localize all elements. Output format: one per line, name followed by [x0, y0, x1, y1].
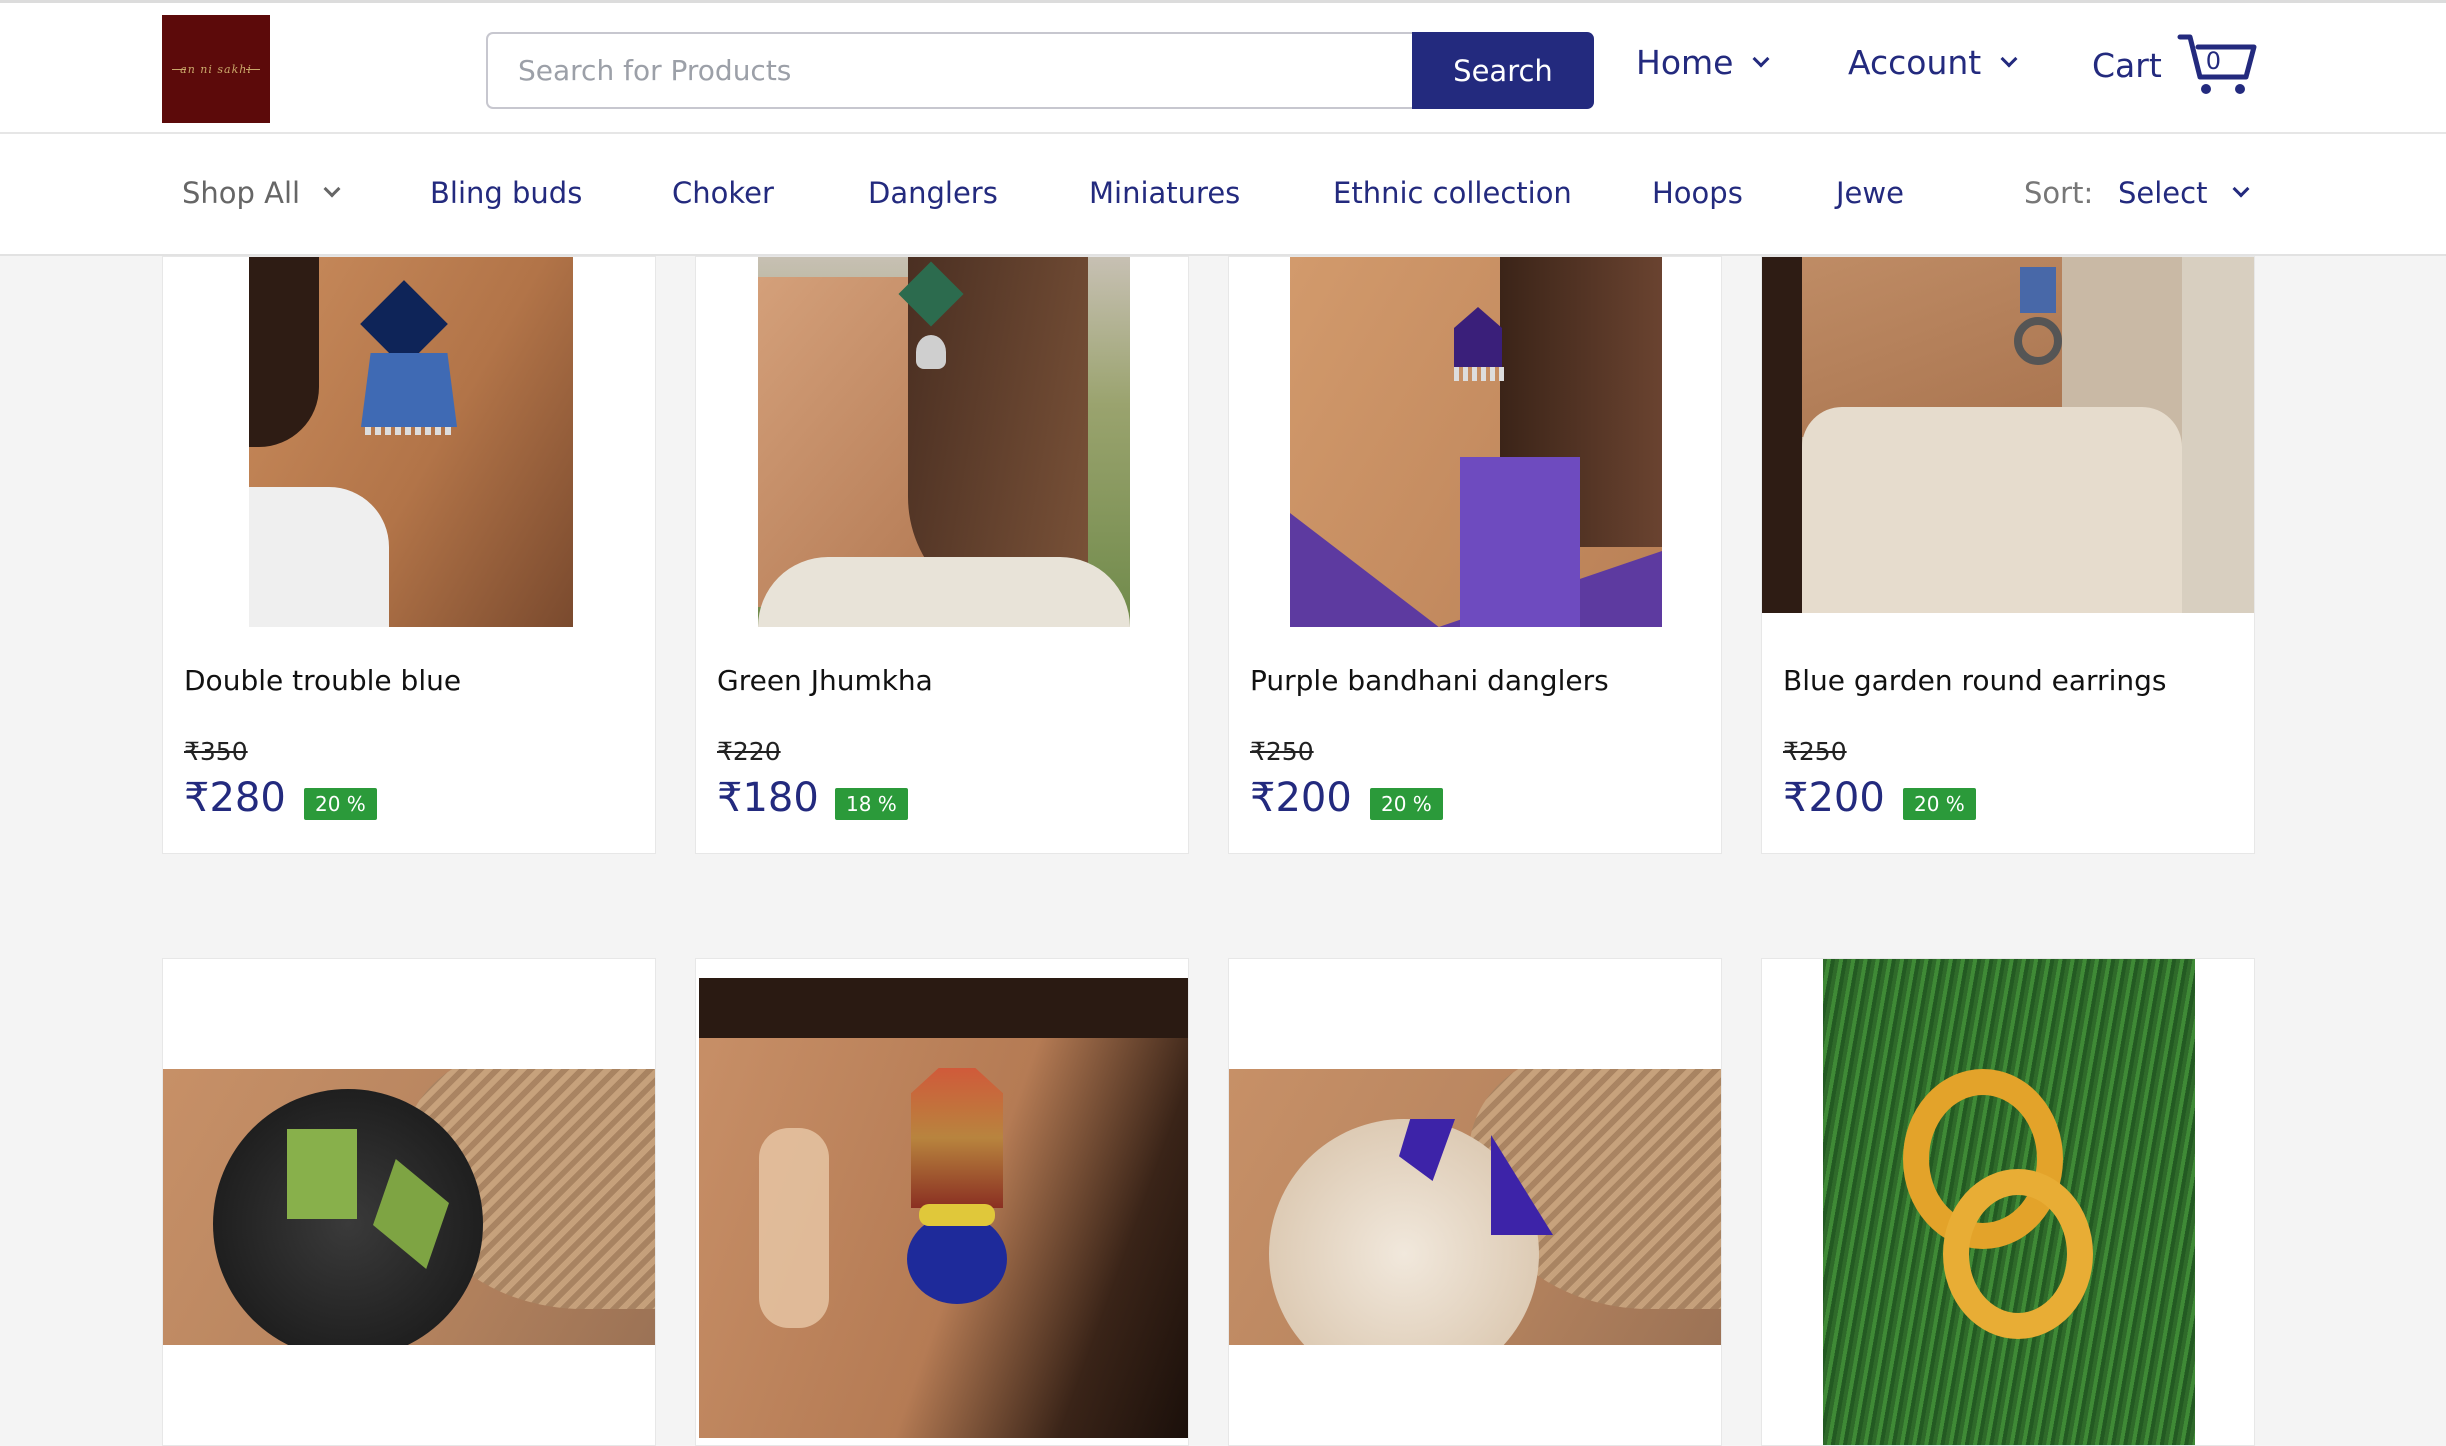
- product-card[interactable]: Purple bandhani danglers ₹250 ₹200 20 %: [1228, 256, 1722, 854]
- product-image[interactable]: [699, 978, 1188, 1438]
- product-card[interactable]: [162, 958, 656, 1446]
- sale-price: ₹200: [1783, 775, 1885, 821]
- product-image[interactable]: [758, 257, 1130, 627]
- sort-label: Sort:: [2024, 176, 2094, 210]
- category-jewellery[interactable]: Jewe: [1836, 176, 1904, 210]
- search-input[interactable]: [486, 32, 1412, 109]
- site-header: an ni sakhi Search Home Account Cart 0: [0, 0, 2446, 134]
- category-miniatures[interactable]: Miniatures: [1089, 176, 1240, 210]
- original-price: ₹350: [184, 737, 248, 766]
- discount-badge: 20 %: [1903, 788, 1976, 820]
- sale-price: ₹180: [717, 775, 819, 821]
- chevron-down-icon: [1752, 50, 1770, 67]
- cart-button[interactable]: Cart 0: [2092, 33, 2260, 97]
- brand-logo[interactable]: an ni sakhi: [162, 15, 270, 123]
- product-card[interactable]: [1761, 958, 2255, 1446]
- category-ethnic-collection[interactable]: Ethnic collection: [1333, 176, 1572, 210]
- sort-value: Select: [2118, 176, 2208, 210]
- logo-flourish-right: [246, 69, 260, 70]
- product-card[interactable]: Green Jhumkha ₹220 ₹180 18 %: [695, 256, 1189, 854]
- category-choker[interactable]: Choker: [672, 176, 774, 210]
- logo-text: an ni sakhi: [180, 62, 252, 76]
- product-image[interactable]: [1290, 257, 1662, 627]
- product-image[interactable]: [1823, 959, 2195, 1445]
- product-image[interactable]: [1762, 257, 2254, 613]
- chevron-down-icon: [323, 180, 341, 198]
- discount-badge: 20 %: [1370, 788, 1443, 820]
- account-label: Account: [1848, 43, 1982, 82]
- category-bar: Shop All Bling buds Choker Danglers Mini…: [0, 134, 2446, 256]
- product-image[interactable]: [163, 1069, 655, 1345]
- sale-price: ₹200: [1250, 775, 1352, 821]
- search-bar: Search: [486, 32, 1594, 109]
- chevron-down-icon: [2232, 180, 2250, 198]
- product-card[interactable]: [1228, 958, 1722, 1446]
- category-danglers[interactable]: Danglers: [868, 176, 998, 210]
- discount-badge: 20 %: [304, 788, 377, 820]
- cart-label: Cart: [2092, 45, 2162, 85]
- account-menu[interactable]: Account: [1848, 43, 2018, 82]
- discount-badge: 18 %: [835, 788, 908, 820]
- search-button[interactable]: Search: [1412, 32, 1594, 109]
- product-card[interactable]: [695, 958, 1189, 1446]
- sort-select[interactable]: Select: [2118, 176, 2250, 210]
- logo-flourish-left: [172, 69, 186, 70]
- product-card[interactable]: Blue garden round earrings ₹250 ₹200 20 …: [1761, 256, 2255, 854]
- shop-all-label: Shop All: [182, 176, 301, 210]
- product-name[interactable]: Purple bandhani danglers: [1250, 664, 1609, 697]
- product-image[interactable]: [1229, 1069, 1721, 1345]
- category-hoops[interactable]: Hoops: [1652, 176, 1743, 210]
- shop-all-menu[interactable]: Shop All: [182, 176, 341, 210]
- product-image[interactable]: [249, 257, 573, 627]
- product-card[interactable]: Double trouble blue ₹350 ₹280 20 %: [162, 256, 656, 854]
- home-menu[interactable]: Home: [1636, 43, 1770, 82]
- home-label: Home: [1636, 43, 1734, 82]
- shopping-cart-icon: 0: [2176, 33, 2260, 97]
- original-price: ₹250: [1250, 737, 1314, 766]
- original-price: ₹220: [717, 737, 781, 766]
- product-name[interactable]: Blue garden round earrings: [1783, 664, 2166, 697]
- category-bling-buds[interactable]: Bling buds: [430, 176, 582, 210]
- product-name[interactable]: Green Jhumkha: [717, 664, 933, 697]
- original-price: ₹250: [1783, 737, 1847, 766]
- product-name[interactable]: Double trouble blue: [184, 664, 461, 697]
- sale-price: ₹280: [184, 775, 286, 821]
- cart-count: 0: [2205, 47, 2222, 75]
- chevron-down-icon: [2000, 50, 2018, 67]
